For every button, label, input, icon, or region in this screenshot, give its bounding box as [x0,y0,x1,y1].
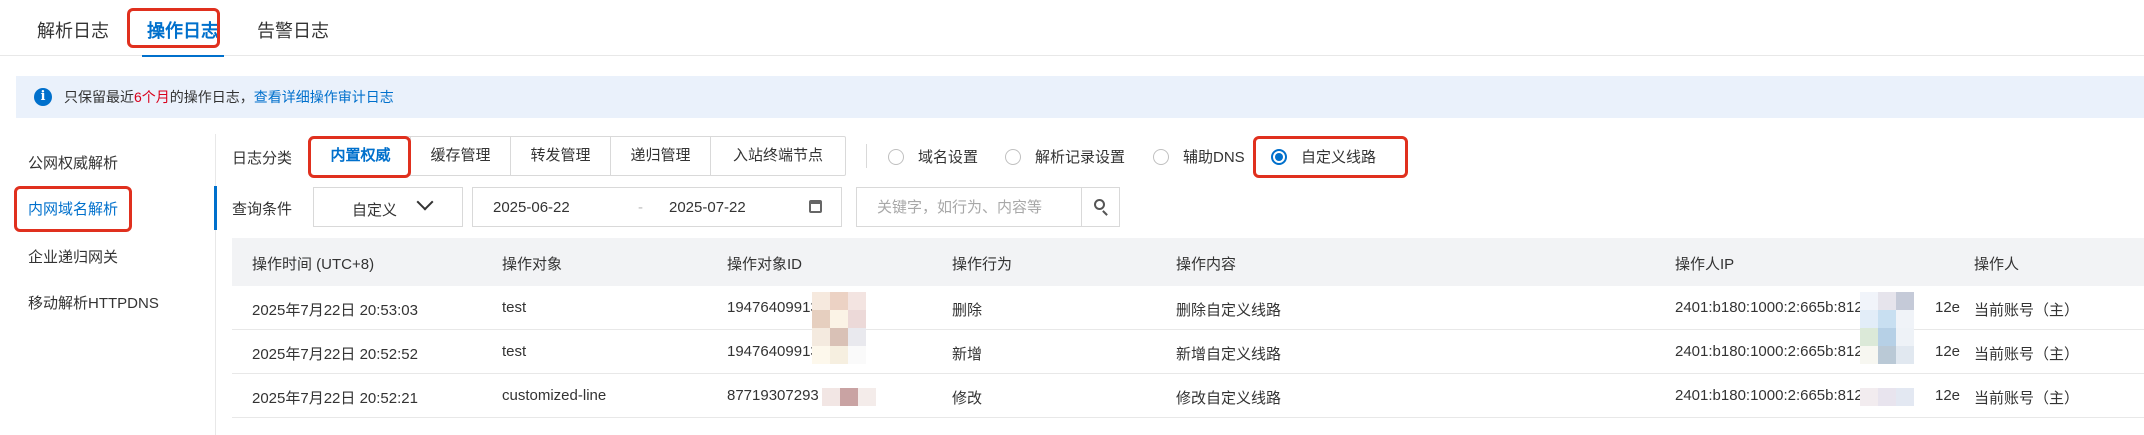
cell-content: 修改自定义线路 [1176,390,1282,407]
redaction-mosaic [1860,292,1914,364]
radio-custom-line[interactable]: 自定义线路 [1271,146,1376,167]
category-label: 日志分类 [232,150,293,167]
tab-alert-log[interactable]: 告警日志 [256,0,330,56]
table-row[interactable]: 2025年7月22日 20:52:52 test 19476409913 新增 … [232,330,2144,374]
cell-ip-prefix: 2401:b180:1000:2:665b:812 [1675,343,1863,360]
radio-dot [888,148,904,165]
radio-label: 域名设置 [918,149,979,166]
top-tab-bar: 解析日志 操作日志 告警日志 [0,0,2144,57]
cell-action: 新增 [952,346,983,363]
date-end: 2025-07-22 [669,199,746,216]
cell-ip-prefix: 2401:b180:1000:2:665b:812 [1675,387,1863,404]
redaction-mosaic [822,388,876,406]
query-row-accent [214,186,217,230]
keyword-search [856,187,1120,227]
col-time: 操作时间 (UTC+8) [252,256,375,273]
sidebar: 公网权威解析 内网域名解析 企业递归网关 移动解析HTTPDNS [0,134,216,435]
filter-divider [866,144,867,168]
date-range-picker[interactable]: 2025-06-22 - 2025-07-22 [472,187,842,227]
col-action: 操作行为 [952,256,1013,273]
category-cache[interactable]: 缓存管理 [411,137,511,175]
radio-label: 自定义线路 [1301,149,1377,166]
sidebar-item-recursive-gateway[interactable]: 企业递归网关 [28,246,118,267]
table-header: 操作时间 (UTC+8) 操作对象 操作对象ID 操作行为 操作内容 操作人IP… [232,238,2144,286]
col-content: 操作内容 [1176,256,1237,273]
tab-operation-log[interactable]: 操作日志 [142,0,224,57]
search-button[interactable] [1081,188,1119,226]
cell-action: 修改 [952,390,983,407]
redaction-mosaic [812,292,866,364]
cell-object: test [502,343,527,360]
category-inbound-endpoint[interactable]: 入站终端节点 [711,137,845,175]
radio-label: 辅助DNS [1183,149,1245,166]
radio-record-settings[interactable]: 解析记录设置 [1005,146,1125,167]
info-icon: i [34,88,52,106]
cell-content: 新增自定义线路 [1176,346,1282,363]
cell-time: 2025年7月22日 20:52:52 [252,346,418,363]
chevron-down-icon [416,193,434,211]
notice-suffix: 的操作日志， [169,89,254,105]
cell-object-id: 19476409913 [727,343,819,360]
retention-notice: i 只保留最近 6个月 的操作日志， 查看详细操作审计日志 [16,76,2144,118]
category-forward[interactable]: 转发管理 [511,137,611,175]
date-start: 2025-06-22 [493,199,570,216]
cell-operator: 当前账号（主） [1974,390,2080,407]
cell-ip-suffix: 12e [1935,387,1961,404]
table-row[interactable]: 2025年7月22日 20:53:03 test 19476409913 删除 … [232,286,2144,330]
calendar-icon [809,200,822,213]
search-icon [1094,199,1105,210]
audit-log-link[interactable]: 查看详细操作审计日志 [254,87,394,107]
cell-ip-prefix: 2401:b180:1000:2:665b:812 [1675,299,1863,316]
cell-time: 2025年7月22日 20:53:03 [252,302,418,319]
radio-dot [1005,148,1021,165]
search-input[interactable] [857,188,1081,226]
cell-ip-suffix: 12e [1935,299,1961,316]
radio-label: 解析记录设置 [1035,149,1126,166]
cell-object: test [502,299,527,316]
date-separator: - [638,199,643,216]
col-operator: 操作人 [1974,256,2020,273]
cell-object-id: 19476409913 [727,299,819,316]
col-operator-ip: 操作人IP [1675,256,1735,273]
category-segmented-control: 内置权威 缓存管理 转发管理 递归管理 入站终端节点 [310,136,846,176]
category-recursive[interactable]: 递归管理 [611,137,711,175]
radio-dot [1153,148,1169,165]
cell-object-id: 87719307293 [727,387,819,404]
sidebar-item-public-dns[interactable]: 公网权威解析 [28,152,118,173]
tab-resolve-log[interactable]: 解析日志 [36,0,110,56]
table-row[interactable]: 2025年7月22日 20:52:21 customized-line 8771… [232,374,2144,418]
radio-secondary-dns[interactable]: 辅助DNS [1153,146,1245,167]
cell-content: 删除自定义线路 [1176,302,1282,319]
radio-domain-settings[interactable]: 域名设置 [888,146,978,167]
cell-action: 删除 [952,302,983,319]
sidebar-item-private-zone[interactable]: 内网域名解析 [28,198,118,219]
notice-retention-period: 6个月 [134,89,170,105]
cell-operator: 当前账号（主） [1974,302,2080,319]
category-builtin-authoritative[interactable]: 内置权威 [311,137,411,175]
col-object-id: 操作对象ID [727,256,803,273]
col-object: 操作对象 [502,256,563,273]
notice-prefix: 只保留最近 [64,89,134,105]
redaction-mosaic [1860,388,1914,406]
radio-dot-checked [1271,148,1287,165]
sidebar-item-httpdns[interactable]: 移动解析HTTPDNS [28,292,159,313]
cell-object: customized-line [502,387,607,404]
time-range-value: 自定义 [352,202,398,219]
query-label: 查询条件 [232,201,293,218]
search-icon-handle [1102,210,1108,216]
cell-time: 2025年7月22日 20:52:21 [252,390,418,407]
cell-operator: 当前账号（主） [1974,346,2080,363]
time-range-select[interactable]: 自定义 [313,187,463,227]
cell-ip-suffix: 12e [1935,343,1961,360]
